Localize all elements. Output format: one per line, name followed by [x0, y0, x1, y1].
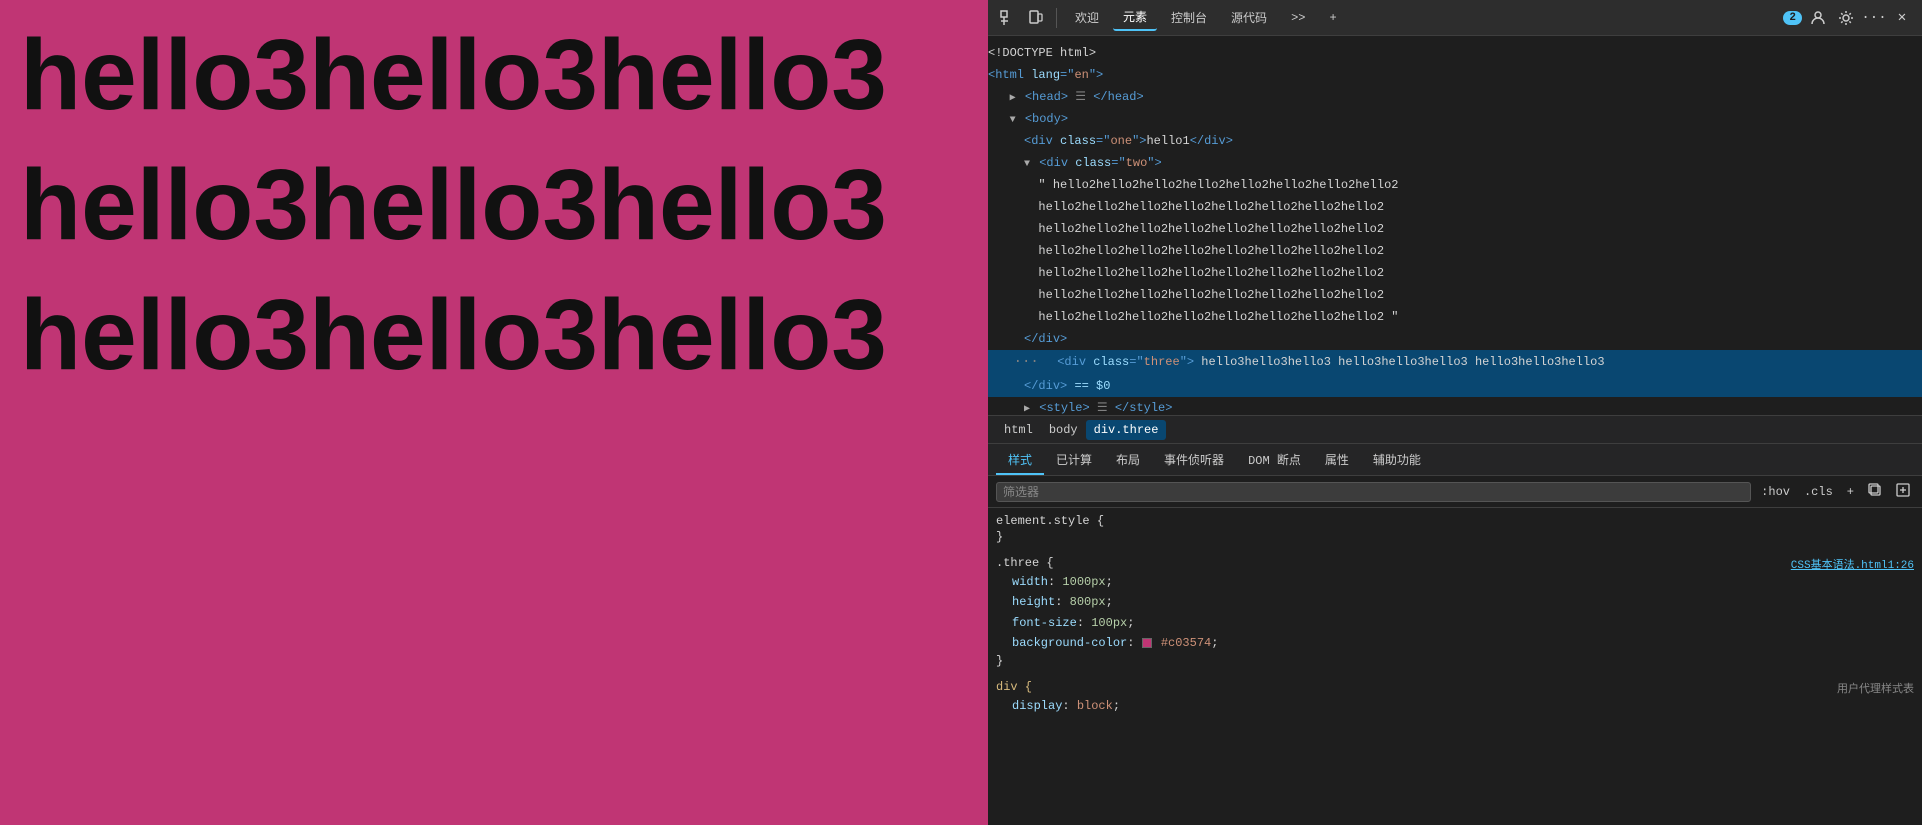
dom-line-div-three[interactable]: ··· <div class="three"> hello3hello3hell…: [988, 350, 1922, 375]
dom-line-head[interactable]: ▶ <head> ☰ </head>: [988, 86, 1922, 108]
tab-event-listeners[interactable]: 事件侦听器: [1152, 446, 1236, 475]
dom-line-hello2-6[interactable]: hello2hello2hello2hello2hello2hello2hell…: [988, 284, 1922, 306]
filter-expand-button[interactable]: [1892, 481, 1914, 503]
devtools-toolbar: 欢迎 元素 控制台 源代码 >> + 2 ··· ✕: [988, 0, 1922, 36]
dom-line-hello2-3[interactable]: hello2hello2hello2hello2hello2hello2hell…: [988, 218, 1922, 240]
dom-line-hello2-1[interactable]: " hello2hello2hello2hello2hello2hello2he…: [988, 174, 1922, 196]
tab-more[interactable]: >>: [1281, 7, 1315, 29]
dom-line-html[interactable]: <html lang="en">: [988, 64, 1922, 86]
tab-layout[interactable]: 布局: [1104, 446, 1152, 475]
dom-line-div-one[interactable]: <div class="one">hello1</div>: [988, 130, 1922, 152]
device-icon[interactable]: [1024, 6, 1048, 30]
styles-filter-input[interactable]: [996, 482, 1751, 502]
tab-add[interactable]: +: [1319, 7, 1346, 29]
css-rules-panel: element.style { } .three { CSS基本语法.html1…: [988, 508, 1922, 825]
dom-line-hello2-2[interactable]: hello2hello2hello2hello2hello2hello2hell…: [988, 196, 1922, 218]
dom-line-div-two-close[interactable]: </div>: [988, 328, 1922, 350]
css-prop-display[interactable]: display: block;: [996, 696, 1914, 716]
dom-line-hello2-4[interactable]: hello2hello2hello2hello2hello2hello2hell…: [988, 240, 1922, 262]
tab-computed[interactable]: 已计算: [1044, 446, 1104, 475]
inspect-icon[interactable]: [996, 6, 1020, 30]
dom-line-doctype[interactable]: <!DOCTYPE html>: [988, 42, 1922, 64]
color-swatch[interactable]: [1142, 638, 1152, 648]
css-selector-element-style[interactable]: element.style {: [996, 514, 1914, 528]
breadcrumb-html[interactable]: html: [996, 420, 1041, 440]
dom-tree[interactable]: <!DOCTYPE html> <html lang="en"> ▶ <head…: [988, 36, 1922, 416]
css-close-brace-1: }: [996, 530, 1914, 544]
filter-copy-button[interactable]: [1864, 481, 1886, 503]
tab-elements[interactable]: 元素: [1113, 4, 1157, 31]
css-selector-three[interactable]: .three { CSS基本语法.html1:26: [996, 556, 1914, 570]
styles-tabs: 样式 已计算 布局 事件侦听器 DOM 断点 属性 辅助功能: [988, 444, 1922, 476]
breadcrumb: html body div.three: [988, 416, 1922, 444]
css-rule-three: .three { CSS基本语法.html1:26 width: 1000px;…: [996, 556, 1914, 668]
hello-line-1: hello3hello3hello3: [20, 10, 968, 140]
hello-line-3: hello3hello3hello3: [20, 270, 968, 400]
profile-icon[interactable]: [1806, 6, 1830, 30]
css-prop-height[interactable]: height: 800px;: [996, 592, 1914, 612]
hello-line-2: hello3hello3hello3: [20, 140, 968, 270]
styles-filter-bar: :hov .cls +: [988, 476, 1922, 508]
tab-dom-breakpoints[interactable]: DOM 断点: [1236, 446, 1313, 475]
dom-line-body-open[interactable]: ▼ <body>: [988, 108, 1922, 130]
dom-line-div-two-open[interactable]: ▼ <div class="two">: [988, 152, 1922, 174]
filter-cls-button[interactable]: .cls: [1800, 483, 1837, 501]
css-prop-font-size[interactable]: font-size: 100px;: [996, 613, 1914, 633]
settings-icon[interactable]: [1834, 6, 1858, 30]
page-preview: hello3hello3hello3 hello3hello3hello3 he…: [0, 0, 988, 825]
tab-properties[interactable]: 属性: [1313, 446, 1361, 475]
tab-console[interactable]: 控制台: [1161, 5, 1217, 30]
tab-welcome[interactable]: 欢迎: [1065, 5, 1109, 30]
css-useragent-label: 用户代理样式表: [1837, 680, 1914, 696]
tab-source[interactable]: 源代码: [1221, 5, 1277, 30]
breadcrumb-body[interactable]: body: [1041, 420, 1086, 440]
css-rule-div: div { 用户代理样式表 display: block;: [996, 680, 1914, 716]
css-prop-bg-color[interactable]: background-color: #c03574;: [996, 633, 1914, 653]
close-icon[interactable]: ✕: [1890, 6, 1914, 30]
css-prop-width[interactable]: width: 1000px;: [996, 572, 1914, 592]
css-source-link[interactable]: CSS基本语法.html1:26: [1791, 556, 1914, 572]
css-selector-div[interactable]: div { 用户代理样式表: [996, 680, 1914, 694]
breadcrumb-div-three[interactable]: div.three: [1086, 420, 1167, 440]
devtools-panel: 欢迎 元素 控制台 源代码 >> + 2 ··· ✕ <!DOCTYPE htm…: [988, 0, 1922, 825]
filter-add-button[interactable]: +: [1843, 483, 1858, 501]
dom-line-hello2-7[interactable]: hello2hello2hello2hello2hello2hello2hell…: [988, 306, 1922, 328]
dom-line-hello2-5[interactable]: hello2hello2hello2hello2hello2hello2hell…: [988, 262, 1922, 284]
tab-accessibility[interactable]: 辅助功能: [1361, 446, 1433, 475]
tab-styles[interactable]: 样式: [996, 446, 1044, 475]
css-rule-element-style: element.style { }: [996, 514, 1914, 544]
dom-line-style[interactable]: ▶ <style> ☰ </style>: [988, 397, 1922, 416]
css-close-brace-2: }: [996, 654, 1914, 668]
notification-badge[interactable]: 2: [1783, 11, 1802, 25]
toolbar-separator-1: [1056, 8, 1057, 28]
filter-hov-button[interactable]: :hov: [1757, 483, 1794, 501]
more-options-icon[interactable]: ···: [1862, 6, 1886, 30]
dom-line-div-three-close[interactable]: </div> == $0: [988, 375, 1922, 397]
